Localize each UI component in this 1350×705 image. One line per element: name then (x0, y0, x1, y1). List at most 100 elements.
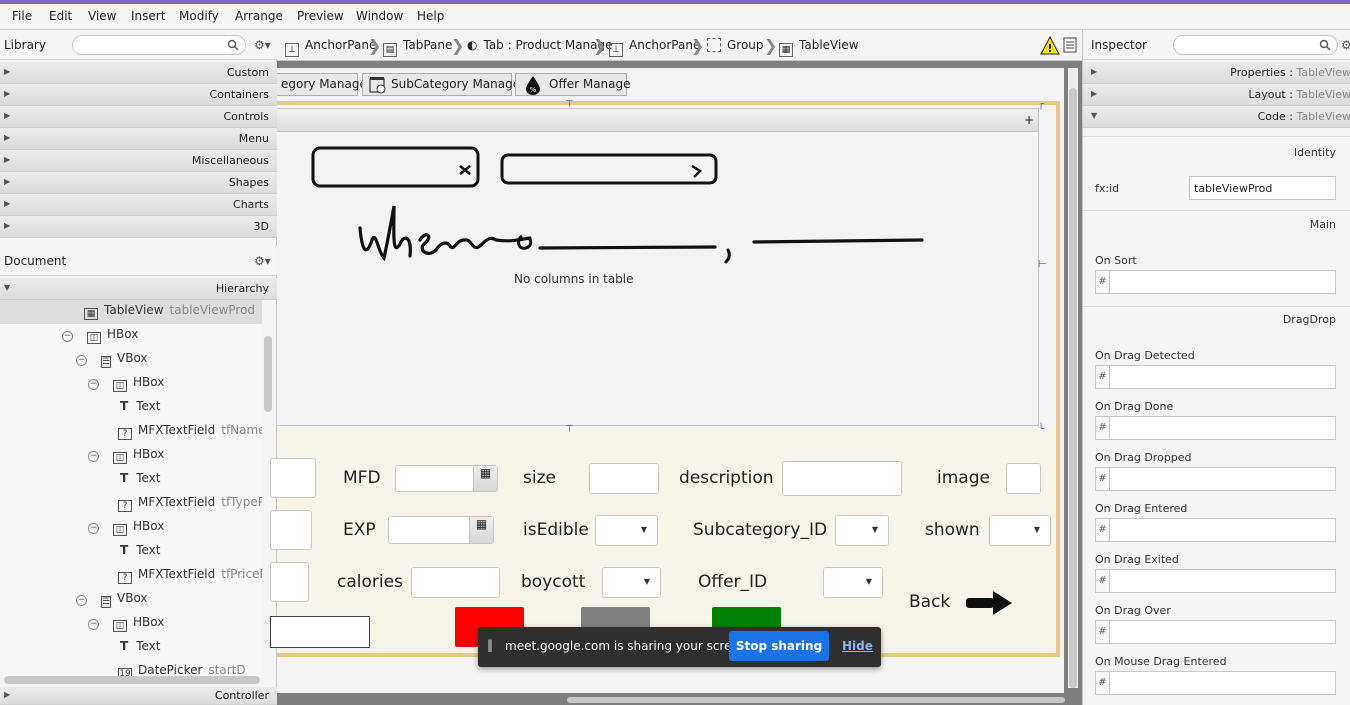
collapse-icon[interactable]: − (62, 331, 73, 342)
menu-modify[interactable]: Modify (179, 9, 219, 23)
calendar-icon[interactable]: ▦ (473, 466, 497, 491)
name-field[interactable] (270, 458, 316, 498)
on-drag-exited-field[interactable]: # (1095, 569, 1336, 593)
library-gear-icon[interactable]: ⚙▾ (254, 38, 271, 52)
collapse-icon[interactable]: − (76, 355, 87, 366)
canvas-vertical-scrollbar[interactable] (1068, 68, 1078, 688)
fxid-field[interactable]: tableViewProd (1189, 176, 1336, 200)
library-section-menu[interactable]: ▶ Menu (0, 128, 277, 150)
collapse-icon[interactable]: − (76, 595, 87, 606)
library-search-input[interactable] (72, 35, 246, 55)
collapse-icon[interactable]: − (88, 379, 99, 390)
on-drag-entered-field[interactable]: # (1095, 518, 1336, 542)
library-section-custom[interactable]: ▶ Custom (0, 62, 277, 84)
breadcrumb-item-anchorpane[interactable]: ⊥ AnchorPane (285, 38, 376, 57)
tree-node-mfxtextfield[interactable]: ? MFXTextField tfPricePr (118, 564, 262, 588)
resize-handle[interactable]: └ (1038, 424, 1044, 435)
tree-node-text[interactable]: T Text (120, 396, 160, 420)
document-icon[interactable] (1063, 37, 1077, 53)
menu-help[interactable]: Help (417, 9, 444, 23)
on-sort-field[interactable]: # (1095, 270, 1336, 294)
menu-view[interactable]: View (88, 9, 116, 23)
tab-offer-manage[interactable]: % Offer Manage (515, 73, 631, 96)
collapse-icon[interactable]: − (88, 523, 99, 534)
controller-section[interactable]: ▶ Controller (0, 687, 277, 705)
offer-id-combo[interactable] (823, 567, 883, 598)
menu-insert[interactable]: Insert (131, 9, 165, 23)
size-field[interactable] (589, 463, 659, 494)
inspector-gear-icon[interactable]: ⚙ (1341, 38, 1350, 52)
resize-handle[interactable]: ⊢ (1038, 259, 1047, 270)
on-drag-done-field[interactable]: # (1095, 416, 1336, 440)
tree-node-vbox[interactable]: − ☰ VBox (76, 348, 148, 372)
tree-node-text[interactable]: T Text (120, 636, 160, 660)
tree-node-mfxtextfield[interactable]: ? MFXTextField tfTypePr (118, 492, 262, 516)
isedible-combo[interactable] (595, 515, 658, 546)
on-drag-over-field[interactable]: # (1095, 620, 1336, 644)
column-menu-button[interactable]: + (1024, 113, 1034, 127)
menu-file[interactable]: File (12, 9, 32, 23)
inspector-section-properties[interactable]: ▶ Properties : TableView (1083, 62, 1350, 84)
tab-category-manage[interactable]: egory Manage (277, 73, 367, 96)
tree-node-hbox[interactable]: − ◫ HBox (88, 612, 164, 636)
menu-edit[interactable]: Edit (49, 9, 72, 23)
tree-node-hbox[interactable]: − ◫ HBox (62, 324, 138, 348)
description-field[interactable] (782, 461, 902, 496)
tree-node-hbox[interactable]: − ◫ HBox (88, 372, 164, 396)
breadcrumb-item-tableview[interactable]: ▦ TableView (779, 38, 859, 57)
subcategory-id-combo[interactable] (835, 515, 889, 546)
boycott-combo[interactable] (602, 567, 661, 598)
resize-handle[interactable]: ⊤ (565, 99, 574, 110)
library-section-containers[interactable]: ▶ Containers (0, 84, 277, 106)
tree-node-vbox[interactable]: − ☰ VBox (76, 588, 148, 612)
calories-field[interactable] (411, 567, 500, 598)
library-section-controls[interactable]: ▶ Controls (0, 106, 277, 128)
library-section-miscellaneous[interactable]: ▶ Miscellaneous (0, 150, 277, 172)
tree-node-tableview[interactable]: ▦ TableView tableViewProd (0, 300, 262, 324)
menu-preview[interactable]: Preview (297, 9, 344, 23)
breadcrumb-item-group[interactable]: Group (707, 38, 764, 52)
image-field[interactable] (1006, 463, 1041, 494)
drag-handle-icon[interactable]: ‖ (487, 638, 493, 652)
calendar-icon[interactable]: ▦ (469, 517, 493, 543)
resize-handle[interactable]: ┌ (1038, 99, 1044, 110)
breadcrumb-item-anchorpane[interactable]: ⊥ AnchorPane (609, 38, 700, 57)
mfd-date-picker[interactable]: ▦ (395, 465, 498, 492)
tree-node-mfxtextfield[interactable]: ? MFXTextField tfNameI (118, 420, 262, 444)
hide-link[interactable]: Hide (842, 639, 873, 653)
tree-node-hbox[interactable]: − ◫ HBox (88, 516, 164, 540)
tab-subcategory-manage[interactable]: SubCategory Manage (362, 73, 520, 96)
menu-arrange[interactable]: Arrange (235, 9, 283, 23)
on-mouse-drag-entered-field[interactable]: # (1095, 671, 1336, 695)
inspector-search-input[interactable] (1173, 35, 1338, 55)
collapse-icon[interactable]: − (88, 451, 99, 462)
library-section-shapes[interactable]: ▶ Shapes (0, 172, 277, 194)
tree-node-text[interactable]: T Text (120, 468, 160, 492)
canvas-horizontal-scrollbar[interactable] (567, 697, 1065, 703)
hierarchy-section[interactable]: ▼ Hierarchy (0, 278, 277, 300)
back-label[interactable]: Back (909, 592, 950, 612)
inspector-section-code[interactable]: ▼ Code : TableView (1083, 106, 1350, 128)
on-drag-detected-field[interactable]: # (1095, 365, 1336, 389)
tree-node-text[interactable]: T Text (120, 540, 160, 564)
hierarchy-vertical-scrollbar[interactable] (264, 336, 272, 412)
on-drag-dropped-field[interactable]: # (1095, 467, 1336, 491)
exp-date-picker[interactable]: ▦ (388, 516, 494, 544)
price-field[interactable] (270, 562, 309, 602)
collapse-icon[interactable]: − (88, 619, 99, 630)
type-field[interactable] (270, 510, 312, 550)
menu-window[interactable]: Window (356, 9, 403, 23)
back-arrow-icon[interactable] (965, 589, 1013, 617)
document-gear-icon[interactable]: ⚙▾ (254, 254, 271, 268)
warning-icon[interactable]: ! (1040, 36, 1060, 55)
search-product-field[interactable] (270, 616, 370, 648)
breadcrumb-item-tab[interactable]: ◐ Tab : Product Manage (467, 38, 613, 52)
tree-node-hbox[interactable]: − ◫ HBox (88, 444, 164, 468)
resize-handle[interactable]: ⊤ (565, 424, 574, 435)
scroll-thumb[interactable] (1069, 88, 1077, 688)
stop-sharing-button[interactable]: Stop sharing (729, 631, 829, 661)
breadcrumb-item-tabpane[interactable]: ▤ TabPane (383, 38, 452, 57)
library-section-3d[interactable]: ▶ 3D (0, 216, 277, 238)
inspector-section-layout[interactable]: ▶ Layout : TableView (1083, 84, 1350, 106)
hierarchy-horizontal-scrollbar[interactable] (4, 676, 260, 684)
